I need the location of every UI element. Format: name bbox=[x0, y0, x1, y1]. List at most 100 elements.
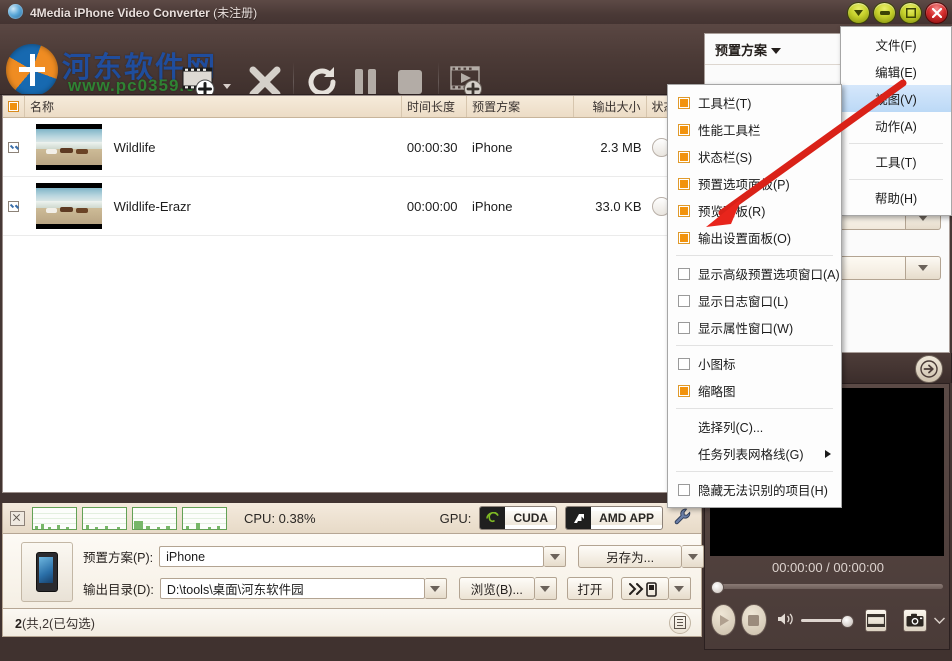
view-menu-item-preset-panel[interactable]: 预置选项面板(P) bbox=[668, 170, 841, 197]
browse-dropdown-button[interactable] bbox=[535, 577, 557, 600]
close-button[interactable] bbox=[925, 2, 948, 24]
view-menu-item-output-panel[interactable]: 输出设置面板(O) bbox=[668, 224, 841, 251]
cuda-toggle[interactable]: CUDA bbox=[479, 506, 557, 530]
window-buttons bbox=[847, 2, 948, 24]
view-menu[interactable]: 工具栏(T) 性能工具栏 状态栏(S) 预置选项面板(P) 预览面板(R) 输出… bbox=[667, 84, 842, 508]
view-menu-label: 小图标 bbox=[698, 354, 736, 373]
checkbox-icon[interactable] bbox=[678, 97, 690, 109]
chevron-down-icon[interactable] bbox=[771, 48, 781, 54]
toolbar-separator bbox=[293, 62, 294, 95]
main-menu[interactable]: 文件(F) 编辑(E) 视图(V) 动作(A) 工具(T) 帮助(H) bbox=[840, 26, 952, 216]
view-menu-item-gridlines[interactable]: 任务列表网格线(G) bbox=[668, 440, 841, 467]
brand-logo-icon bbox=[6, 44, 58, 95]
play-button[interactable] bbox=[711, 604, 736, 636]
checkbox-icon[interactable] bbox=[678, 484, 690, 496]
checkbox-icon[interactable] bbox=[678, 295, 690, 307]
menu-item-edit[interactable]: 编辑(E) bbox=[841, 58, 951, 85]
row-checkbox-cell[interactable] bbox=[3, 177, 25, 235]
dropdown-button[interactable] bbox=[847, 2, 870, 24]
convert-button[interactable] bbox=[300, 60, 344, 95]
menu-item-action[interactable]: 动作(A) bbox=[841, 112, 951, 139]
stop-button[interactable] bbox=[388, 60, 432, 95]
maximize-button[interactable] bbox=[899, 2, 922, 24]
checkbox-icon[interactable] bbox=[678, 268, 690, 280]
close-perfbar-button[interactable] bbox=[10, 511, 25, 526]
settings-wrench-icon[interactable] bbox=[673, 507, 693, 530]
select-all-checkbox[interactable] bbox=[8, 101, 19, 112]
camera-snapshot-button[interactable] bbox=[903, 609, 927, 632]
row-checkbox[interactable] bbox=[8, 142, 19, 153]
checkbox-icon[interactable] bbox=[678, 232, 690, 244]
checkbox-icon[interactable] bbox=[678, 178, 690, 190]
seek-handle[interactable] bbox=[711, 581, 724, 594]
menu-item-file[interactable]: 文件(F) bbox=[841, 31, 951, 58]
preset-dropdown-button-2[interactable] bbox=[905, 256, 941, 280]
list-view-toggle[interactable] bbox=[669, 612, 691, 634]
seek-slider[interactable] bbox=[713, 584, 943, 589]
volume-handle[interactable] bbox=[841, 615, 854, 628]
row-checkbox[interactable] bbox=[8, 201, 19, 212]
view-menu-item-toolbar[interactable]: 工具栏(T) bbox=[668, 89, 841, 116]
view-menu-item-preview-panel[interactable]: 预览面板(R) bbox=[668, 197, 841, 224]
output-dir-dropdown-button[interactable] bbox=[425, 578, 447, 599]
browse-button[interactable]: 浏览(B)... bbox=[459, 577, 535, 600]
snapshot-options-caret-icon[interactable] bbox=[934, 613, 945, 627]
remove-file-button[interactable] bbox=[243, 60, 287, 95]
checkbox-icon[interactable] bbox=[678, 358, 690, 370]
add-file-button[interactable] bbox=[178, 60, 222, 95]
row-checkbox-cell[interactable] bbox=[3, 118, 25, 176]
output-dir-input[interactable]: D:\tools\桌面\河东软件园 bbox=[160, 578, 425, 599]
add-file-dropdown-caret-icon[interactable] bbox=[223, 84, 231, 89]
volume-slider[interactable] bbox=[801, 619, 851, 622]
checkbox-icon[interactable] bbox=[678, 124, 690, 136]
pause-button[interactable] bbox=[344, 60, 388, 95]
table-row[interactable]: Wildlife 00:00:30 iPhone 2.3 MB bbox=[3, 118, 701, 177]
amd-app-toggle[interactable]: AMD APP bbox=[565, 506, 663, 530]
open-button[interactable]: 打开 bbox=[567, 577, 613, 600]
view-menu-item-hide-unrecognized[interactable]: 隐藏无法识别的项目(H) bbox=[668, 476, 841, 503]
profile-input[interactable]: iPhone bbox=[159, 546, 544, 567]
column-header-profile[interactable]: 预置方案 bbox=[467, 96, 574, 117]
checkbox-icon[interactable] bbox=[678, 151, 690, 163]
menu-item-view[interactable]: 视图(V) bbox=[841, 85, 951, 112]
view-menu-label: 输出设置面板(O) bbox=[698, 228, 791, 247]
amd-label: AMD APP bbox=[591, 511, 662, 525]
volume-icon[interactable] bbox=[777, 611, 795, 630]
profile-row: 预置方案(P): iPhone 另存为... bbox=[83, 545, 704, 568]
profile-dropdown-button[interactable] bbox=[544, 546, 566, 567]
view-menu-item-log-window[interactable]: 显示日志窗口(L) bbox=[668, 287, 841, 314]
save-as-dropdown-button[interactable] bbox=[682, 545, 704, 568]
select-all-checkbox-cell[interactable] bbox=[3, 96, 25, 117]
view-menu-item-property-window[interactable]: 显示属性窗口(W) bbox=[668, 314, 841, 341]
send-to-device-dropdown-button[interactable] bbox=[669, 577, 691, 600]
table-row[interactable]: Wildlife-Erazr 00:00:00 iPhone 33.0 KB bbox=[3, 177, 701, 236]
view-menu-item-small-icons[interactable]: 小图标 bbox=[668, 350, 841, 377]
item-count-rest: (共,2(已勾选) bbox=[22, 617, 95, 631]
save-as-button[interactable]: 另存为... bbox=[578, 545, 682, 568]
row-duration: 00:00:30 bbox=[402, 118, 467, 176]
window-title-main: 4Media iPhone Video Converter bbox=[30, 6, 210, 20]
checkbox-icon[interactable] bbox=[678, 205, 690, 217]
add-clip-button[interactable] bbox=[445, 60, 489, 95]
start-convert-button[interactable] bbox=[915, 355, 943, 383]
checkbox-icon[interactable] bbox=[678, 322, 690, 334]
view-menu-item-status-bar[interactable]: 状态栏(S) bbox=[668, 143, 841, 170]
file-list[interactable]: 名称 时间长度 预置方案 输出大小 状态 Wildlife 00:00:30 i… bbox=[2, 95, 702, 493]
checkbox-icon[interactable] bbox=[678, 385, 690, 397]
submenu-arrow-icon bbox=[825, 450, 831, 458]
column-header-duration[interactable]: 时间长度 bbox=[402, 96, 467, 117]
view-menu-item-perf-toolbar[interactable]: 性能工具栏 bbox=[668, 116, 841, 143]
view-menu-item-advanced-window[interactable]: 显示高级预置选项窗口(A) bbox=[668, 260, 841, 287]
snapshot-frame-button[interactable] bbox=[865, 609, 887, 632]
view-menu-item-thumbnails[interactable]: 缩略图 bbox=[668, 377, 841, 404]
menu-separator bbox=[849, 143, 943, 144]
minimize-button[interactable] bbox=[873, 2, 896, 24]
menu-item-help[interactable]: 帮助(H) bbox=[841, 184, 951, 211]
column-header-name[interactable]: 名称 bbox=[25, 96, 402, 117]
menu-item-tools[interactable]: 工具(T) bbox=[841, 148, 951, 175]
view-menu-item-select-columns[interactable]: 选择列(C)... bbox=[668, 413, 841, 440]
output-dir-label: 输出目录(D): bbox=[83, 579, 154, 598]
column-header-size[interactable]: 输出大小 bbox=[574, 96, 647, 117]
send-to-device-button[interactable] bbox=[621, 577, 669, 600]
stop-preview-button[interactable] bbox=[741, 604, 766, 636]
